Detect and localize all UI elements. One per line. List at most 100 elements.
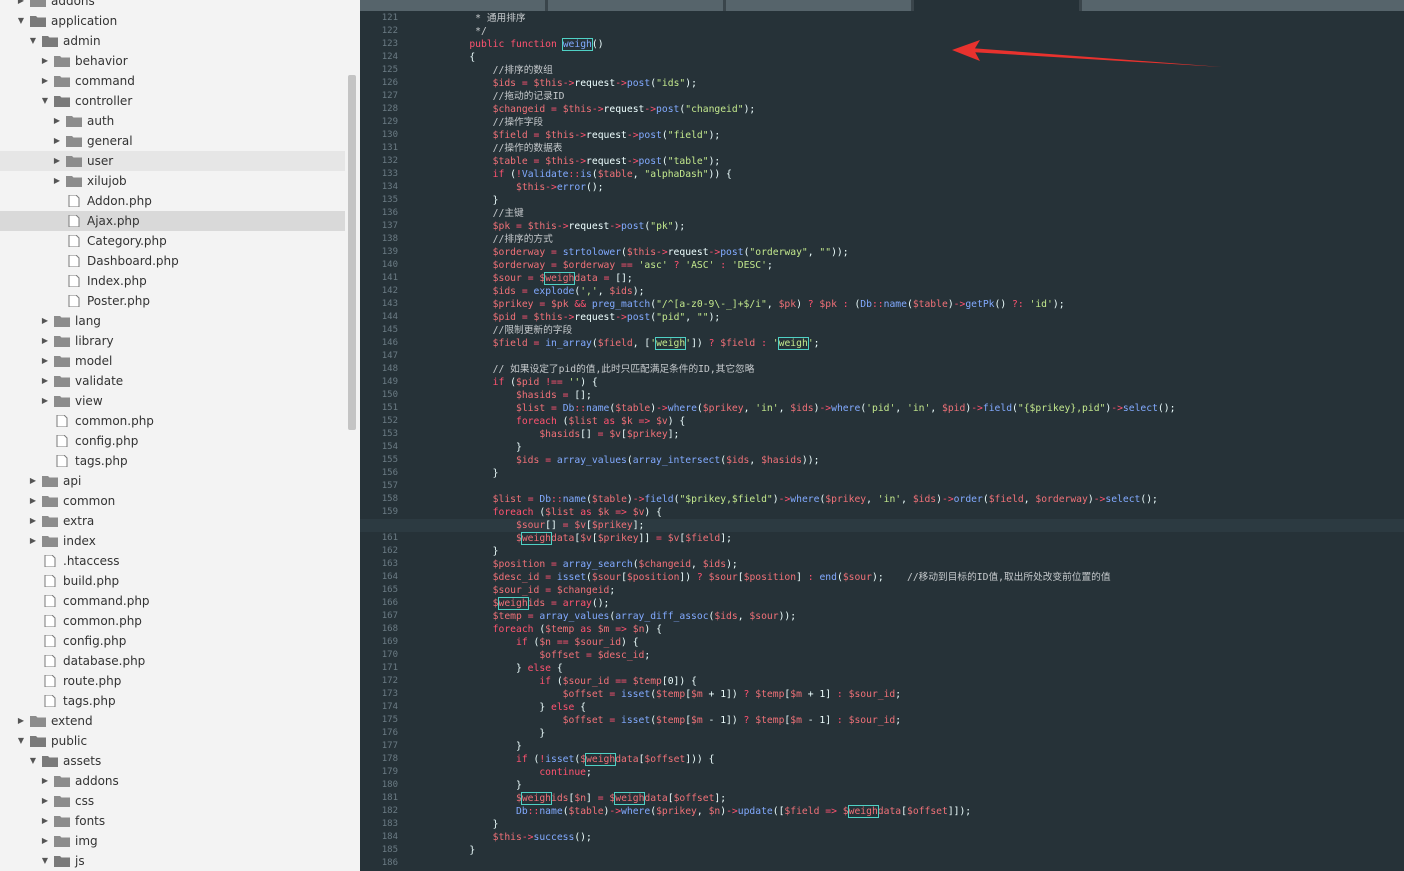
editor-tab[interactable] — [548, 0, 723, 11]
code-line[interactable]: } — [446, 545, 499, 558]
tree-folder-row[interactable]: ▶ library — [0, 331, 345, 351]
chevron-right-icon[interactable]: ▶ — [40, 771, 50, 791]
editor-tab[interactable] — [360, 0, 545, 11]
tree-file-row[interactable]: Poster.php — [0, 291, 345, 311]
chevron-right-icon[interactable]: ▶ — [52, 151, 62, 171]
tree-file-row[interactable]: tags.php — [0, 691, 345, 711]
sidebar-scrollbar[interactable] — [348, 75, 356, 430]
chevron-down-icon[interactable]: ▼ — [16, 11, 26, 31]
code-line[interactable]: { — [446, 51, 475, 64]
tree-file-row[interactable]: Ajax.php — [0, 211, 345, 231]
code-line[interactable]: $field = in_array($field, ['weigh']) ? $… — [446, 337, 820, 350]
chevron-right-icon[interactable]: ▶ — [52, 111, 62, 131]
code-line[interactable]: } — [446, 844, 475, 857]
tree-folder-row[interactable]: ▶ lang — [0, 311, 345, 331]
code-line[interactable]: $sour = $weighdata = []; — [446, 272, 633, 285]
code-line[interactable]: public function weigh() — [446, 38, 604, 51]
code-line[interactable]: //操作字段 — [446, 116, 543, 129]
editor-tab[interactable] — [726, 0, 911, 11]
tree-folder-row[interactable]: ▼ controller — [0, 91, 345, 111]
tree-folder-row[interactable]: ▶ extra — [0, 511, 345, 531]
chevron-right-icon[interactable]: ▶ — [40, 791, 50, 811]
tree-folder-row[interactable]: ▶ general — [0, 131, 345, 151]
chevron-down-icon[interactable]: ▼ — [28, 751, 38, 771]
code-line[interactable]: $table = $this->request->post("table"); — [446, 155, 721, 168]
chevron-right-icon[interactable]: ▶ — [40, 391, 50, 411]
code-line[interactable]: } — [446, 467, 499, 480]
code-line[interactable]: $ids = $this->request->post("ids"); — [446, 77, 697, 90]
code-line[interactable]: foreach ($temp as $m => $n) { — [446, 623, 662, 636]
code-line[interactable]: } else { — [446, 662, 563, 675]
tree-file-row[interactable]: config.php — [0, 431, 345, 451]
tree-folder-row[interactable]: ▶ command — [0, 71, 345, 91]
tree-folder-row[interactable]: ▶ user — [0, 151, 345, 171]
tree-file-row[interactable]: config.php — [0, 631, 345, 651]
code-line[interactable]: $offset = isset($temp[$m - 1]) ? $temp[$… — [446, 714, 901, 727]
code-line[interactable]: //排序的方式 — [446, 233, 553, 246]
tree-folder-row[interactable]: ▶ api — [0, 471, 345, 491]
code-line[interactable]: $prikey = $pk && preg_match("/^[a-z0-9\-… — [446, 298, 1065, 311]
chevron-down-icon[interactable]: ▼ — [40, 91, 50, 111]
chevron-right-icon[interactable]: ▶ — [28, 471, 38, 491]
code-line[interactable]: $weighdata[$v[$prikey]] = $v[$field]; — [446, 532, 732, 545]
tree-folder-row[interactable]: ▶ img — [0, 831, 345, 851]
tree-folder-row[interactable]: ▶ behavior — [0, 51, 345, 71]
chevron-right-icon[interactable]: ▶ — [40, 831, 50, 851]
chevron-down-icon[interactable]: ▼ — [16, 731, 26, 751]
code-line[interactable]: if (!isset($weighdata[$offset])) { — [446, 753, 714, 766]
code-line[interactable]: $changeid = $this->request->post("change… — [446, 103, 756, 116]
code-line[interactable]: // 如果设定了pid的值,此时只匹配满足条件的ID,其它忽略 — [446, 363, 755, 376]
code-editor[interactable]: 121 122 123 124 125 126 127 128 129 130 131 132 133 1… — [360, 0, 1404, 871]
chevron-right-icon[interactable]: ▶ — [52, 171, 62, 191]
tree-folder-row[interactable]: ▶ css — [0, 791, 345, 811]
tree-file-row[interactable]: build.php — [0, 571, 345, 591]
tree-file-row[interactable]: Addon.php — [0, 191, 345, 211]
tree-folder-row[interactable]: ▼ public — [0, 731, 345, 751]
code-line[interactable]: $this->error(); — [446, 181, 604, 194]
code-line[interactable]: $desc_id = isset($sour[$position]) ? $so… — [446, 571, 1111, 584]
chevron-right-icon[interactable]: ▶ — [40, 351, 50, 371]
chevron-right-icon[interactable]: ▶ — [40, 51, 50, 71]
code-line[interactable]: } — [446, 441, 522, 454]
code-line[interactable]: * 通用排序 — [446, 12, 525, 25]
code-line[interactable]: //拖动的记录ID — [446, 90, 565, 103]
code-line[interactable]: $pid = $this->request->post("pid", ""); — [446, 311, 721, 324]
tree-folder-row[interactable]: ▶ extend — [0, 711, 345, 731]
tree-file-row[interactable]: .htaccess — [0, 551, 345, 571]
tree-folder-row[interactable]: ▶ index — [0, 531, 345, 551]
tree-folder-row[interactable]: ▼ admin — [0, 31, 345, 51]
code-line[interactable]: $ids = explode(',', $ids); — [446, 285, 645, 298]
editor-tab-active[interactable] — [914, 0, 1079, 11]
code-line[interactable]: $field = $this->request->post("field"); — [446, 129, 721, 142]
chevron-right-icon[interactable]: ▶ — [40, 811, 50, 831]
tree-file-row[interactable]: Index.php — [0, 271, 345, 291]
chevron-right-icon[interactable]: ▶ — [40, 331, 50, 351]
code-line[interactable]: if ($pid !== '') { — [446, 376, 598, 389]
chevron-right-icon[interactable]: ▶ — [16, 0, 26, 11]
code-line[interactable]: } — [446, 779, 522, 792]
tree-file-row[interactable]: database.php — [0, 651, 345, 671]
code-line[interactable]: //排序的数组 — [446, 64, 553, 77]
code-line[interactable]: foreach ($list as $k => $v) { — [446, 415, 685, 428]
chevron-down-icon[interactable]: ▼ — [40, 851, 50, 871]
code-line[interactable]: $weighids = array(); — [446, 597, 609, 610]
code-line[interactable]: } — [446, 740, 522, 753]
code-line[interactable]: if ($sour_id == $temp[0]) { — [446, 675, 697, 688]
chevron-right-icon[interactable]: ▶ — [52, 131, 62, 151]
code-line[interactable]: $sour_id = $changeid; — [446, 584, 616, 597]
tree-file-row[interactable]: route.php — [0, 671, 345, 691]
code-line[interactable]: if ($n == $sour_id) { — [446, 636, 639, 649]
code-line[interactable]: $temp = array_values(array_diff_assoc($i… — [446, 610, 796, 623]
code-line[interactable]: Db::name($table)->where($prikey, $n)->up… — [446, 805, 971, 818]
code-line[interactable]: continue; — [446, 766, 592, 779]
code-line[interactable]: $hasids = []; — [446, 389, 592, 402]
code-line[interactable]: //限制更新的字段 — [446, 324, 572, 337]
code-line[interactable]: //主键 — [446, 207, 524, 220]
chevron-right-icon[interactable]: ▶ — [16, 711, 26, 731]
tree-folder-row[interactable]: ▶ fonts — [0, 811, 345, 831]
code-line[interactable]: } — [446, 194, 499, 207]
code-line[interactable]: */ — [446, 25, 487, 38]
tree-folder-row[interactable]: ▶ xilujob — [0, 171, 345, 191]
code-line[interactable]: } else { — [446, 701, 586, 714]
tree-file-row[interactable]: common.php — [0, 411, 345, 431]
